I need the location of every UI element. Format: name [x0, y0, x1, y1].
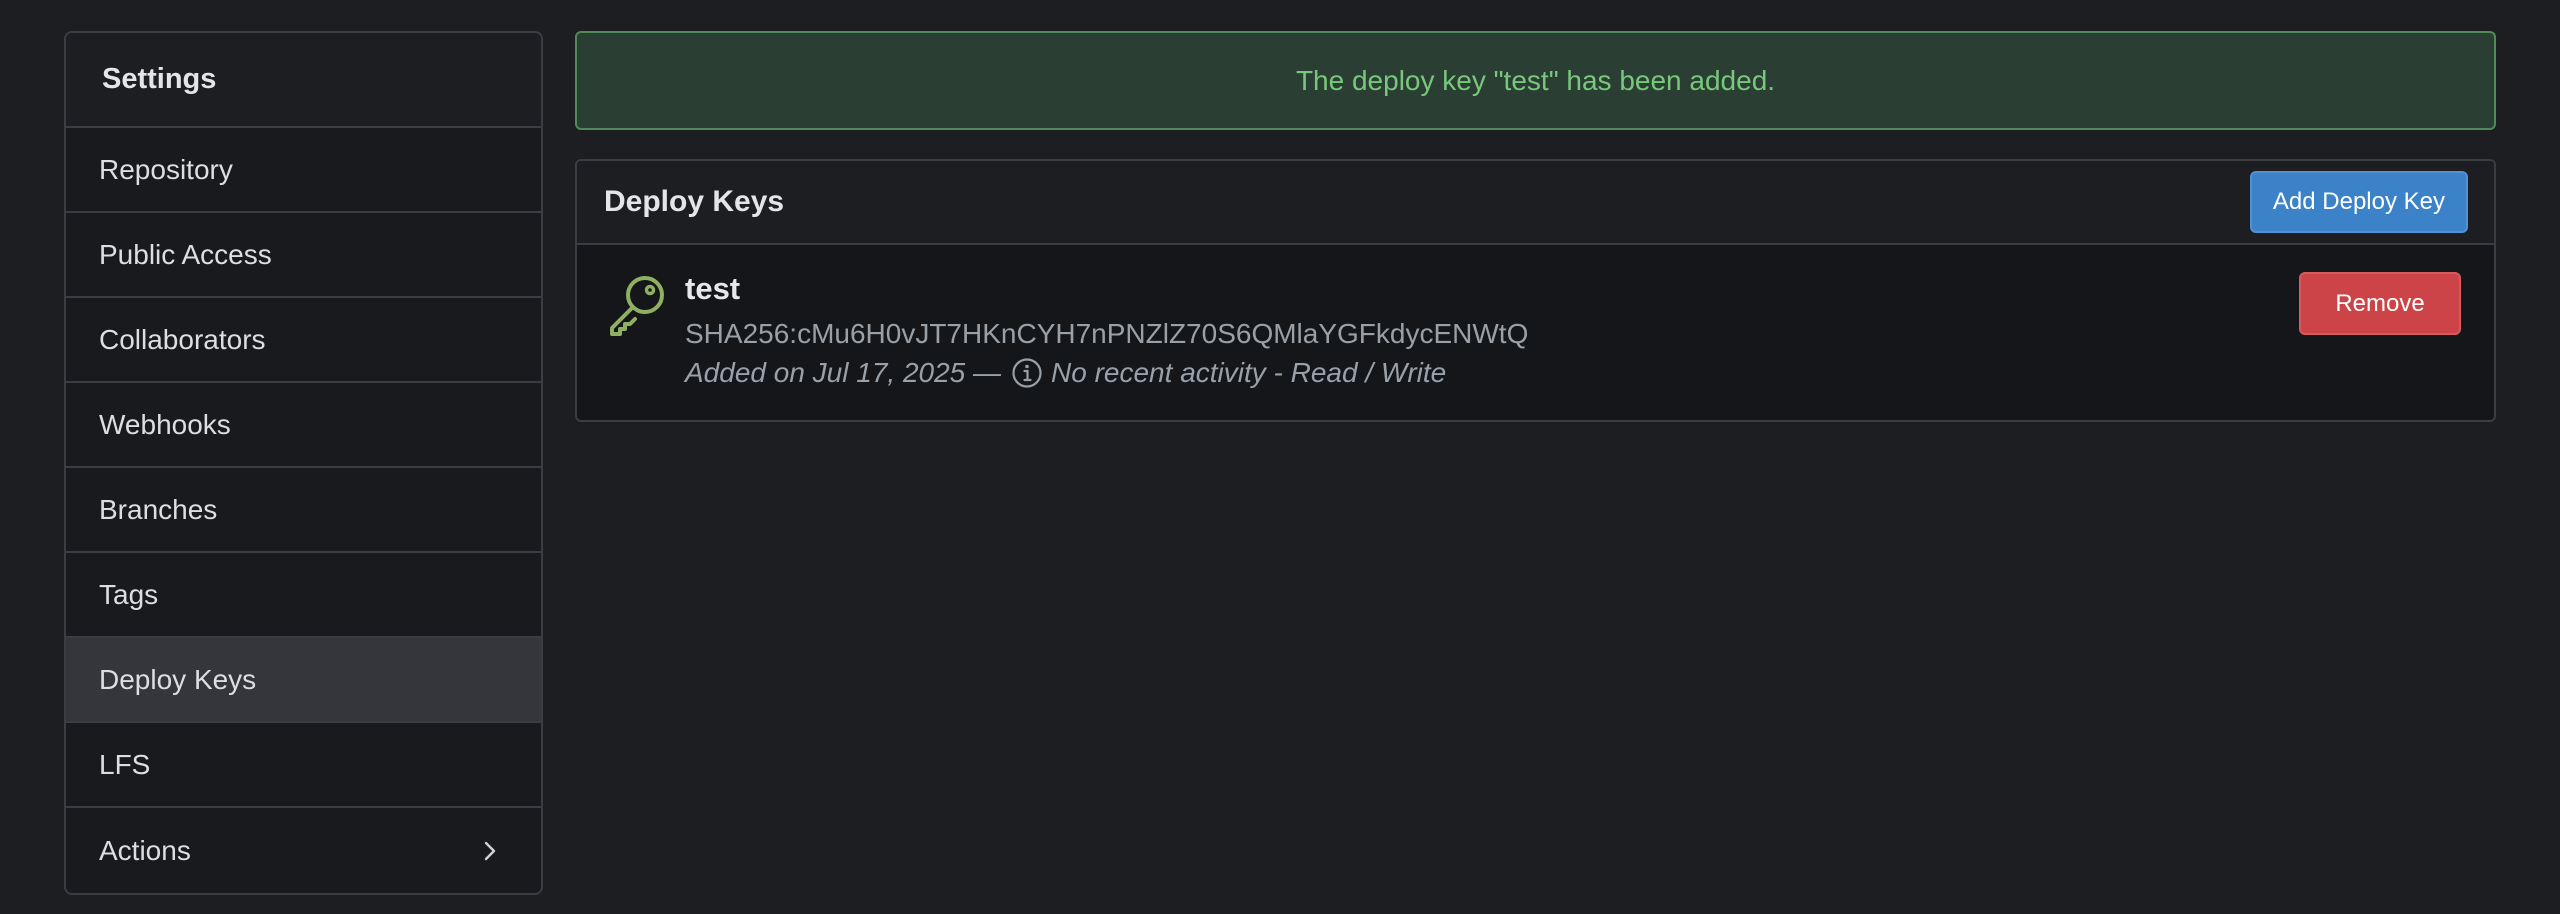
chevron-right-icon — [483, 840, 505, 862]
sidebar-item-label: Webhooks — [99, 408, 231, 440]
sidebar-item-collaborators[interactable]: Collaborators — [66, 298, 541, 383]
add-deploy-key-button[interactable]: Add Deploy Key — [2249, 171, 2468, 233]
sidebar-item-lfs[interactable]: LFS — [66, 723, 541, 808]
deploy-key-fingerprint: SHA256:cMu6H0vJT7HKnCYH7nPNZlZ70S6QMlaYG… — [685, 318, 1529, 349]
sidebar-item-label: Actions — [99, 834, 191, 866]
panel-header: Deploy Keys Add Deploy Key — [577, 161, 2494, 245]
sidebar-item-webhooks[interactable]: Webhooks — [66, 383, 541, 468]
sidebar-item-label: LFS — [99, 748, 151, 780]
sidebar-item-label: Deploy Keys — [99, 663, 257, 695]
sidebar-item-actions[interactable]: Actions — [66, 808, 541, 893]
panel-title: Deploy Keys — [604, 185, 785, 218]
sidebar-item-label: Repository — [99, 153, 233, 185]
flash-text: The deploy key "test" has been added. — [1295, 64, 1776, 96]
deploy-key-item: test SHA256:cMu6H0vJT7HKnCYH7nPNZlZ70S6Q… — [577, 245, 2494, 420]
remove-button[interactable]: Remove — [2299, 272, 2461, 335]
deploy-keys-panel: Deploy Keys Add Deploy Key test SHA256:c… — [575, 159, 2496, 422]
success-flash-message: The deploy key "test" has been added. — [575, 31, 2496, 130]
sidebar-title: Settings — [66, 33, 541, 128]
info-icon — [1011, 357, 1043, 389]
settings-sidebar: Settings Repository Public Access Collab… — [64, 31, 543, 895]
sidebar-item-deploy-keys[interactable]: Deploy Keys — [66, 638, 541, 723]
deploy-key-added-date: Added on Jul 17, 2025 — — [685, 357, 1002, 388]
sidebar-item-label: Public Access — [99, 238, 272, 270]
sidebar-item-tags[interactable]: Tags — [66, 553, 541, 638]
deploy-key-meta: Added on Jul 17, 2025 — No recent activi… — [685, 357, 1446, 389]
deploy-key-name: test — [685, 271, 741, 306]
key-icon — [604, 271, 672, 339]
sidebar-item-branches[interactable]: Branches — [66, 468, 541, 553]
sidebar-item-repository[interactable]: Repository — [66, 128, 541, 213]
sidebar-item-label: Tags — [99, 578, 159, 610]
sidebar-item-label: Branches — [99, 493, 218, 525]
sidebar-item-public-access[interactable]: Public Access — [66, 213, 541, 298]
sidebar-item-label: Collaborators — [99, 323, 266, 355]
deploy-key-activity: No recent activity - Read / Write — [1051, 357, 1447, 388]
